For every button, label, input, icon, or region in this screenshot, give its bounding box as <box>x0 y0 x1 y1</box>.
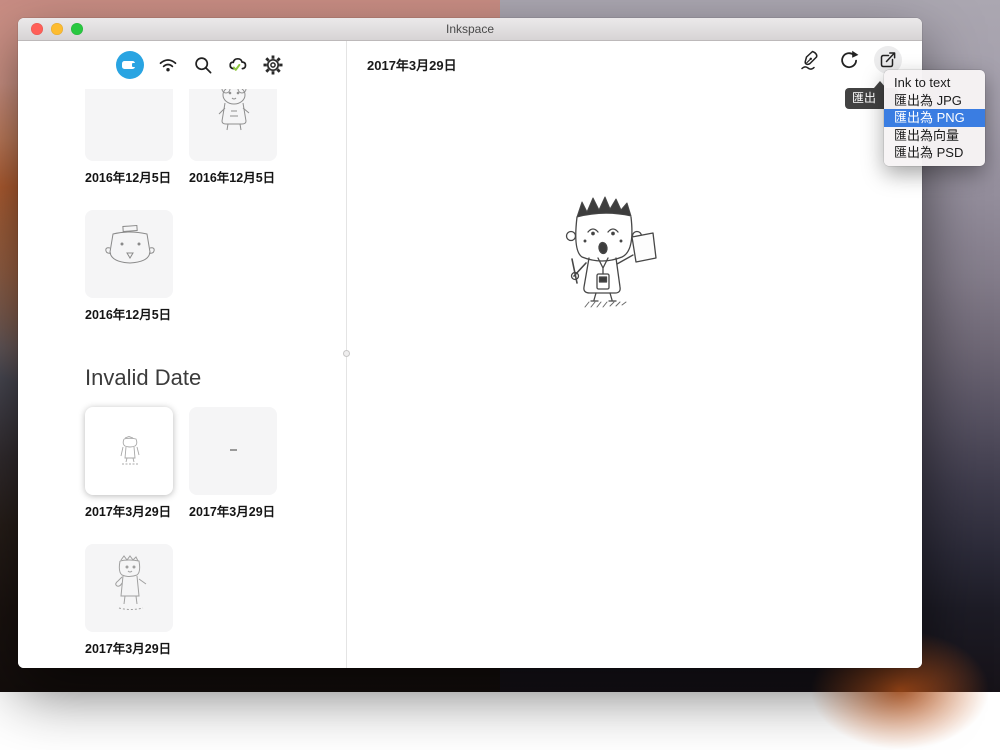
sketch-date: 2017年3月29日 <box>85 501 173 520</box>
app-window: Inkspace <box>18 18 922 668</box>
wifi-icon[interactable] <box>157 54 179 76</box>
zoom-button[interactable] <box>71 23 83 35</box>
traffic-lights <box>31 23 83 35</box>
minimize-button[interactable] <box>51 23 63 35</box>
canvas-sketch-character <box>549 191 669 309</box>
thumb-row-3 <box>85 407 346 495</box>
menu-item-export-psd[interactable]: 匯出為 PSD <box>884 144 985 162</box>
sidebar-toolbar <box>18 41 346 89</box>
character-doodle <box>101 554 159 618</box>
menu-item-ink-to-text[interactable]: Ink to text <box>884 74 985 92</box>
sketch-thumbnail-selected[interactable] <box>85 407 173 495</box>
date-row-1: 2016年12月5日 2016年12月5日 <box>85 167 346 186</box>
cloud-sync-icon[interactable] <box>227 54 249 76</box>
tiny-character-doodle <box>117 436 143 466</box>
menu-item-export-jpg[interactable]: 匯出為 JPG <box>884 92 985 110</box>
window-content: 2016年12月5日 2016年12月5日 <box>18 41 922 668</box>
export-share-icon <box>877 49 899 71</box>
canvas-pane: 2017年3月29日 <box>347 41 922 668</box>
window-title: Inkspace <box>446 22 494 36</box>
tablet-device-nub <box>132 63 136 67</box>
dash-doodle <box>230 449 237 451</box>
export-menu: Ink to text 匯出為 JPG 匯出為 PNG 匯出為向量 匯出為 PS… <box>884 70 985 166</box>
settings-gear-icon[interactable] <box>262 54 284 76</box>
sketch-list[interactable]: 2016年12月5日 2016年12月5日 <box>18 89 346 668</box>
sketch-thumbnail[interactable] <box>85 544 173 632</box>
search-icon[interactable] <box>192 54 214 76</box>
sketch-thumbnail[interactable] <box>85 210 173 298</box>
ink-pen-icon <box>799 49 821 71</box>
device-button[interactable] <box>116 51 144 79</box>
menu-item-export-vector[interactable]: 匯出為向量 <box>884 127 985 145</box>
rotate-icon <box>838 49 860 71</box>
titlebar[interactable]: Inkspace <box>18 18 922 41</box>
sketch-date: 2016年12月5日 <box>85 167 173 186</box>
bear-doodle <box>211 89 257 133</box>
sync-check-icon <box>234 65 240 70</box>
thumb-row-2 <box>85 210 346 298</box>
face-doodle <box>99 222 161 278</box>
close-button[interactable] <box>31 23 43 35</box>
rotate-button[interactable] <box>835 46 863 74</box>
sketch-thumbnail[interactable] <box>189 89 277 161</box>
sketch-date: 2017年3月29日 <box>189 501 277 520</box>
sketch-date: 2017年3月29日 <box>85 638 173 657</box>
menu-item-export-png[interactable]: 匯出為 PNG <box>884 109 985 127</box>
sketch-date: 2016年12月5日 <box>85 304 173 323</box>
date-row-4: 2017年3月29日 <box>85 638 346 657</box>
sidebar: 2016年12月5日 2016年12月5日 <box>18 41 346 668</box>
sketch-thumbnail[interactable] <box>85 89 173 161</box>
ink-to-text-button[interactable] <box>796 46 824 74</box>
canvas-date-heading: 2017年3月29日 <box>367 55 457 74</box>
section-header-invalid-date: Invalid Date <box>85 363 346 393</box>
thumb-row-1 <box>85 89 346 161</box>
sketch-thumbnail[interactable] <box>189 407 277 495</box>
sketch-date: 2016年12月5日 <box>189 167 277 186</box>
thumb-row-4 <box>85 544 346 632</box>
date-row-3: 2017年3月29日 2017年3月29日 <box>85 501 346 520</box>
date-row-2: 2016年12月5日 <box>85 304 346 323</box>
